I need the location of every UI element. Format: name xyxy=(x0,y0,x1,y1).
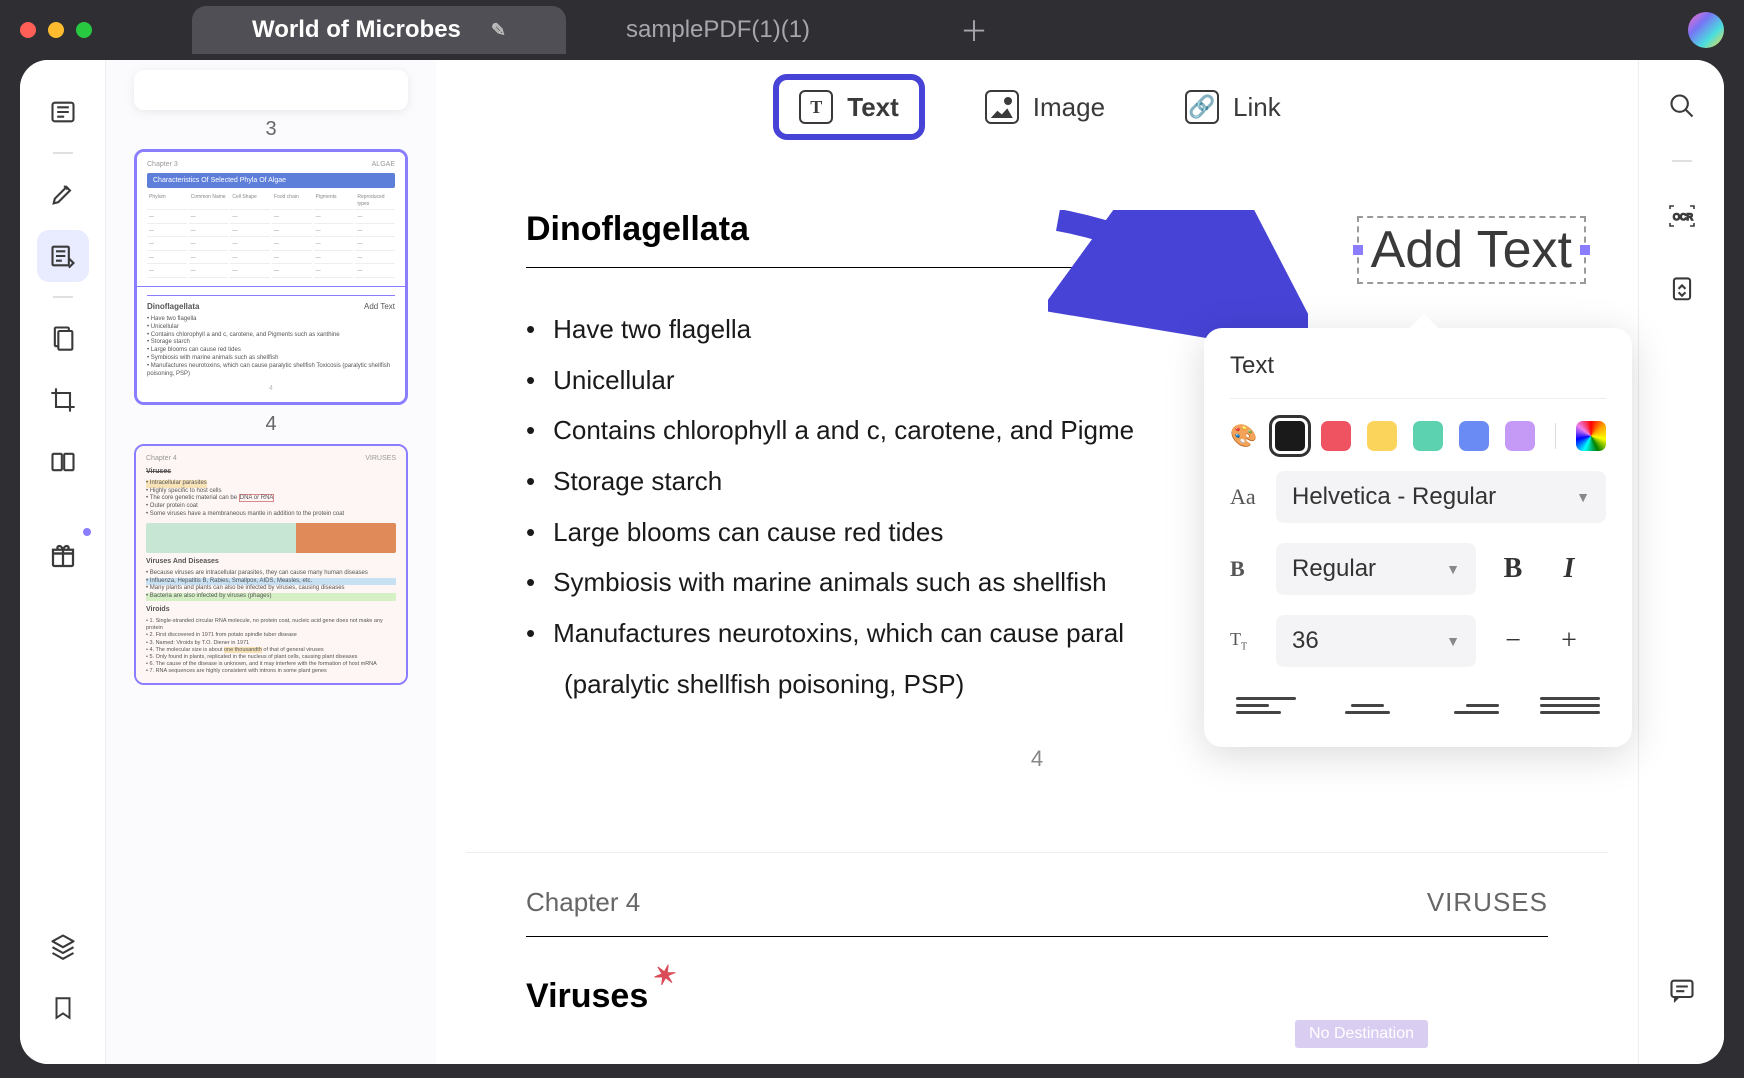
add-text-box[interactable]: Add Text xyxy=(1357,216,1586,284)
toolbar-link-button[interactable]: 🔗 Link xyxy=(1165,80,1301,134)
size-increase-button[interactable]: + xyxy=(1550,622,1588,660)
workspace: 3 Chapter 3ALGAE Characteristics Of Sele… xyxy=(20,60,1724,1064)
chevron-down-icon: ▼ xyxy=(1446,633,1460,649)
color-row: 🎨 xyxy=(1230,421,1606,451)
chapter-label: Chapter 4 xyxy=(526,887,640,918)
size-decrease-button[interactable]: − xyxy=(1494,622,1532,660)
page-5: Chapter 4 VIRUSES Viruses ✶ No Destinati… xyxy=(466,853,1608,1065)
pencil-icon: ✎ xyxy=(491,20,506,41)
color-picker[interactable] xyxy=(1576,421,1606,451)
italic-button[interactable]: I xyxy=(1550,550,1588,588)
palette-icon: 🎨 xyxy=(1230,423,1257,449)
font-family-value: Helvetica - Regular xyxy=(1292,483,1496,511)
align-justify-button[interactable] xyxy=(1540,687,1600,723)
text-icon: T xyxy=(799,90,833,124)
ocr-icon[interactable]: OCR xyxy=(1662,196,1702,236)
align-center-button[interactable] xyxy=(1337,687,1397,723)
tab-world-of-microbes[interactable]: World of Microbes ✎ xyxy=(192,6,566,54)
color-black[interactable] xyxy=(1275,421,1305,451)
toolbar-image-button[interactable]: Image xyxy=(965,80,1125,134)
right-sidebar: OCR xyxy=(1638,60,1724,1064)
layers-icon[interactable] xyxy=(37,920,89,972)
font-weight-dropdown[interactable]: Regular ▼ xyxy=(1276,543,1476,595)
app-logo[interactable] xyxy=(1688,12,1724,48)
toolbar-link-label: Link xyxy=(1233,92,1281,123)
image-icon xyxy=(985,90,1019,124)
close-window[interactable] xyxy=(20,22,36,38)
new-tab-button[interactable]: ＋ xyxy=(950,0,998,60)
document-tabs: World of Microbes ✎ samplePDF(1)(1) ＋ xyxy=(192,0,1688,60)
bookmark-icon[interactable] xyxy=(37,982,89,1034)
titlebar: World of Microbes ✎ samplePDF(1)(1) ＋ xyxy=(0,0,1744,60)
thumbnail-label-3: 3 xyxy=(134,118,408,141)
chevron-down-icon: ▼ xyxy=(1576,489,1590,505)
font-icon: Aa xyxy=(1230,484,1258,510)
thumbnail-page-4[interactable]: Chapter 3ALGAE Characteristics Of Select… xyxy=(134,149,408,405)
weight-row: B Regular ▼ B I xyxy=(1230,543,1606,595)
font-family-dropdown[interactable]: Helvetica - Regular ▼ xyxy=(1276,471,1606,523)
section-heading: Viruses ✶ xyxy=(526,977,648,1016)
align-right-button[interactable] xyxy=(1439,687,1499,723)
window-controls xyxy=(20,22,92,38)
thumbnail-panel: 3 Chapter 3ALGAE Characteristics Of Sele… xyxy=(106,60,436,1064)
section-heading: Dinoflagellata xyxy=(526,210,1246,268)
chapter-tag: VIRUSES xyxy=(1427,887,1548,918)
svg-text:OCR: OCR xyxy=(1673,212,1694,222)
compare-icon[interactable] xyxy=(37,436,89,488)
tab-samplepdf[interactable]: samplePDF(1)(1) xyxy=(566,6,870,54)
gift-icon[interactable] xyxy=(37,530,89,582)
page-manage-icon[interactable] xyxy=(37,312,89,364)
comment-icon[interactable] xyxy=(1662,970,1702,1010)
left-sidebar xyxy=(20,60,106,1064)
page-number: 4 xyxy=(526,746,1548,772)
tab-label: samplePDF(1)(1) xyxy=(626,16,810,44)
convert-icon[interactable] xyxy=(1662,270,1702,310)
font-weight-value: Regular xyxy=(1292,555,1376,583)
font-row: Aa Helvetica - Regular ▼ xyxy=(1230,471,1606,523)
font-size-dropdown[interactable]: 36 ▼ xyxy=(1276,615,1476,667)
alignment-row xyxy=(1230,687,1606,723)
color-purple[interactable] xyxy=(1505,421,1535,451)
thumbnail-page-3-bottom[interactable] xyxy=(134,70,408,110)
weight-icon: B xyxy=(1230,556,1258,582)
font-size-value: 36 xyxy=(1292,627,1319,655)
thumbnail-label-4: 4 xyxy=(134,413,408,436)
color-teal[interactable] xyxy=(1413,421,1443,451)
color-blue[interactable] xyxy=(1459,421,1489,451)
size-icon: TT xyxy=(1230,629,1258,653)
align-left-button[interactable] xyxy=(1236,687,1296,723)
chevron-down-icon: ▼ xyxy=(1446,561,1460,577)
toolbar-image-label: Image xyxy=(1033,92,1105,123)
reader-icon[interactable] xyxy=(37,86,89,138)
text-properties-panel: Text 🎨 Aa Helvetica - Regular ▼ B xyxy=(1204,328,1632,747)
edit-text-icon[interactable] xyxy=(37,230,89,282)
link-icon: 🔗 xyxy=(1185,90,1219,124)
color-red[interactable] xyxy=(1321,421,1351,451)
scribble-icon: ✶ xyxy=(648,956,681,995)
color-yellow[interactable] xyxy=(1367,421,1397,451)
panel-title: Text xyxy=(1230,352,1606,399)
highlighter-icon[interactable] xyxy=(37,168,89,220)
no-destination-badge: No Destination xyxy=(1295,1020,1428,1048)
toolbar-text-button[interactable]: T Text xyxy=(773,74,925,140)
minimize-window[interactable] xyxy=(48,22,64,38)
bold-button[interactable]: B xyxy=(1494,550,1532,588)
search-icon[interactable] xyxy=(1662,86,1702,126)
edit-toolbar: T Text Image 🔗 Link xyxy=(436,60,1638,160)
toolbar-text-label: Text xyxy=(847,92,899,123)
maximize-window[interactable] xyxy=(76,22,92,38)
thumbnail-page-5[interactable]: Chapter 4VIRUSES Viruses Intracellular p… xyxy=(134,444,408,686)
size-row: TT 36 ▼ − + xyxy=(1230,615,1606,667)
chapter-header: Chapter 4 VIRUSES xyxy=(526,887,1548,937)
tab-label: World of Microbes xyxy=(252,16,461,44)
crop-icon[interactable] xyxy=(37,374,89,426)
